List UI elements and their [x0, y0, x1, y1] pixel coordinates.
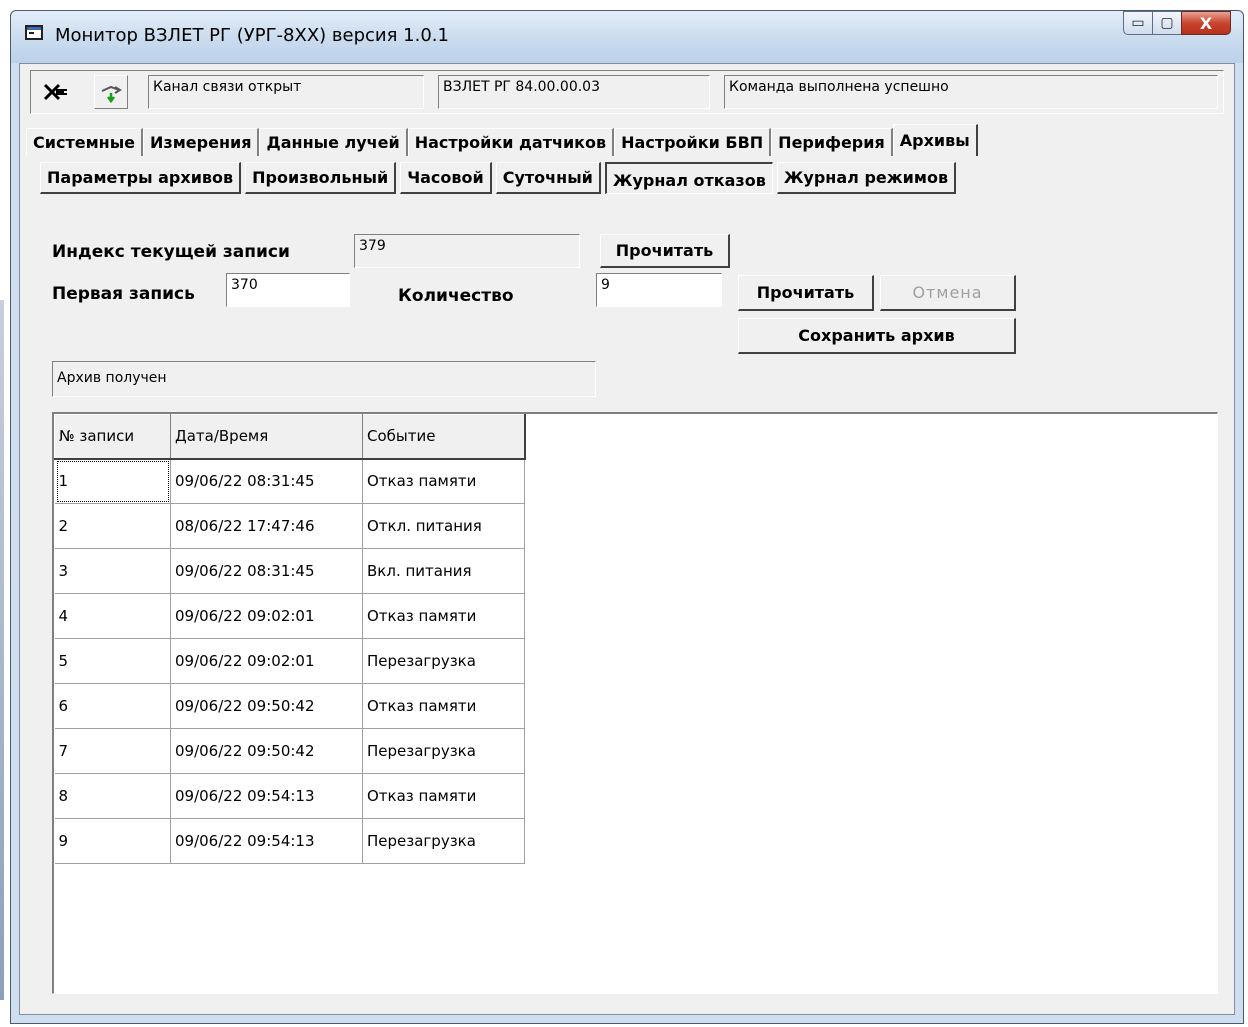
app-window: Монитор ВЗЛЕТ РГ (УРГ-8ХХ) версия 1.0.1 … — [10, 10, 1244, 1024]
window-controls: ▭ ▢ X — [1123, 11, 1231, 37]
channel-status-field: Канал связи открыт — [148, 75, 424, 109]
record-number-cell[interactable]: 9 — [54, 818, 171, 864]
datetime-cell[interactable]: 09/06/22 08:31:45 — [170, 548, 363, 594]
read-index-button[interactable]: Прочитать — [600, 234, 730, 268]
datetime-cell[interactable]: 09/06/22 09:02:01 — [170, 593, 363, 639]
minimize-icon: ▭ — [1131, 15, 1145, 31]
column-header-record-number[interactable]: № записи — [54, 414, 171, 460]
datetime-cell[interactable]: 09/06/22 09:54:13 — [170, 818, 363, 864]
datetime-cell[interactable]: 09/06/22 08:31:45 — [170, 458, 363, 504]
event-cell[interactable]: Откл. питания — [362, 503, 525, 549]
subtab-failure-log[interactable]: Журнал отказов — [604, 162, 773, 194]
record-number-cell[interactable]: 5 — [54, 638, 171, 684]
event-cell[interactable]: Перезагрузка — [362, 638, 525, 684]
event-cell[interactable]: Отказ памяти — [362, 458, 525, 504]
table-row[interactable]: 6 09/06/22 09:50:42 Отказ памяти — [54, 683, 525, 729]
first-record-label: Первая запись — [52, 284, 195, 304]
tab-beam-data[interactable]: Данные лучей — [259, 128, 408, 156]
subtab-arbitrary[interactable]: Произвольный — [245, 162, 397, 194]
event-cell[interactable]: Перезагрузка — [362, 728, 525, 774]
background-strip — [0, 0, 1248, 10]
count-label: Количество — [398, 286, 514, 306]
close-icon: X — [1199, 13, 1213, 33]
datetime-cell[interactable]: 09/06/22 09:02:01 — [170, 638, 363, 684]
save-archive-button[interactable]: Сохранить архив — [738, 318, 1016, 354]
tab-archives[interactable]: Архивы — [892, 124, 978, 156]
event-cell[interactable]: Отказ памяти — [362, 593, 525, 639]
column-header-event[interactable]: Событие — [362, 414, 526, 460]
current-index-label: Индекс текущей записи — [52, 242, 290, 262]
event-cell[interactable]: Отказ памяти — [362, 683, 525, 729]
command-status-field: Команда выполнена успешно — [724, 75, 1218, 109]
table-header-row: № записи Дата/Время Событие — [54, 414, 526, 460]
records-grid[interactable]: № записи Дата/Время Событие 1 09/06/22 0… — [52, 412, 1218, 994]
tab-peripherals[interactable]: Периферия — [771, 128, 893, 156]
event-cell[interactable]: Отказ памяти — [362, 773, 525, 819]
app-window-icon[interactable] — [25, 25, 43, 40]
record-number-cell[interactable]: 1 — [54, 458, 171, 504]
record-number-cell[interactable]: 7 — [54, 728, 171, 774]
table-row[interactable]: 2 08/06/22 17:47:46 Откл. питания — [54, 503, 525, 549]
subtab-daily[interactable]: Суточный — [495, 162, 601, 194]
record-number-cell[interactable]: 8 — [54, 773, 171, 819]
current-index-field: 379 — [354, 234, 580, 268]
record-number-cell[interactable]: 6 — [54, 683, 171, 729]
tab-bvp-settings[interactable]: Настройки БВП — [614, 128, 772, 156]
device-id-field: ВЗЛЕТ РГ 84.00.00.03 — [438, 75, 710, 109]
tab-system[interactable]: Системные — [26, 128, 144, 156]
background-edge — [0, 300, 4, 1000]
maximize-button[interactable]: ▢ — [1152, 11, 1182, 35]
cancel-button[interactable]: Отмена — [880, 275, 1016, 311]
first-record-input[interactable]: 370 — [226, 273, 350, 307]
minimize-button[interactable]: ▭ — [1123, 11, 1153, 35]
archive-subtabs: Параметры архивов Произвольный Часовой С… — [40, 162, 960, 194]
table-row[interactable]: 8 09/06/22 09:54:13 Отказ памяти — [54, 773, 525, 819]
main-tabs: Системные Измерения Данные лучей Настрой… — [26, 124, 978, 156]
transfer-arrow-icon — [101, 85, 122, 103]
table-row[interactable]: 4 09/06/22 09:02:01 Отказ памяти — [54, 593, 525, 639]
connect-plug-icon — [43, 83, 67, 101]
table-row[interactable]: 3 09/06/22 08:31:45 Вкл. питания — [54, 548, 525, 594]
record-number-cell[interactable]: 2 — [54, 503, 171, 549]
event-cell[interactable]: Вкл. питания — [362, 548, 525, 594]
disconnect-button[interactable] — [38, 75, 72, 109]
datetime-cell[interactable]: 09/06/22 09:50:42 — [170, 728, 363, 774]
table-row[interactable]: 1 09/06/22 08:31:45 Отказ памяти — [54, 458, 525, 504]
subtab-mode-log[interactable]: Журнал режимов — [776, 162, 957, 194]
title-bar[interactable]: Монитор ВЗЛЕТ РГ (УРГ-8ХХ) версия 1.0.1 … — [11, 11, 1243, 63]
table-row[interactable]: 5 09/06/22 09:02:01 Перезагрузка — [54, 638, 525, 684]
table-row[interactable]: 7 09/06/22 09:50:42 Перезагрузка — [54, 728, 525, 774]
archive-status-field: Архив получен — [52, 361, 596, 397]
tab-sensor-settings[interactable]: Настройки датчиков — [407, 128, 615, 156]
datetime-cell[interactable]: 09/06/22 09:50:42 — [170, 683, 363, 729]
column-header-datetime[interactable]: Дата/Время — [170, 414, 363, 460]
record-number-cell[interactable]: 4 — [54, 593, 171, 639]
maximize-icon: ▢ — [1160, 15, 1174, 31]
tab-measurements[interactable]: Измерения — [143, 128, 260, 156]
event-cell[interactable]: Перезагрузка — [362, 818, 525, 864]
count-input[interactable]: 9 — [596, 273, 722, 307]
subtab-hourly[interactable]: Часовой — [400, 162, 492, 194]
table-row[interactable]: 9 09/06/22 09:54:13 Перезагрузка — [54, 818, 525, 864]
read-device-button[interactable] — [94, 75, 128, 109]
datetime-cell[interactable]: 08/06/22 17:47:46 — [170, 503, 363, 549]
window-title: Монитор ВЗЛЕТ РГ (УРГ-8ХХ) версия 1.0.1 — [55, 25, 449, 46]
records-table: № записи Дата/Время Событие 1 09/06/22 0… — [54, 414, 526, 864]
record-number-cell[interactable]: 3 — [54, 548, 171, 594]
datetime-cell[interactable]: 09/06/22 09:54:13 — [170, 773, 363, 819]
read-archive-button[interactable]: Прочитать — [738, 275, 874, 311]
close-button[interactable]: X — [1181, 11, 1231, 35]
subtab-archive-params[interactable]: Параметры архивов — [40, 162, 242, 194]
client-area: Канал связи открыт ВЗЛЕТ РГ 84.00.00.03 … — [19, 63, 1235, 1015]
